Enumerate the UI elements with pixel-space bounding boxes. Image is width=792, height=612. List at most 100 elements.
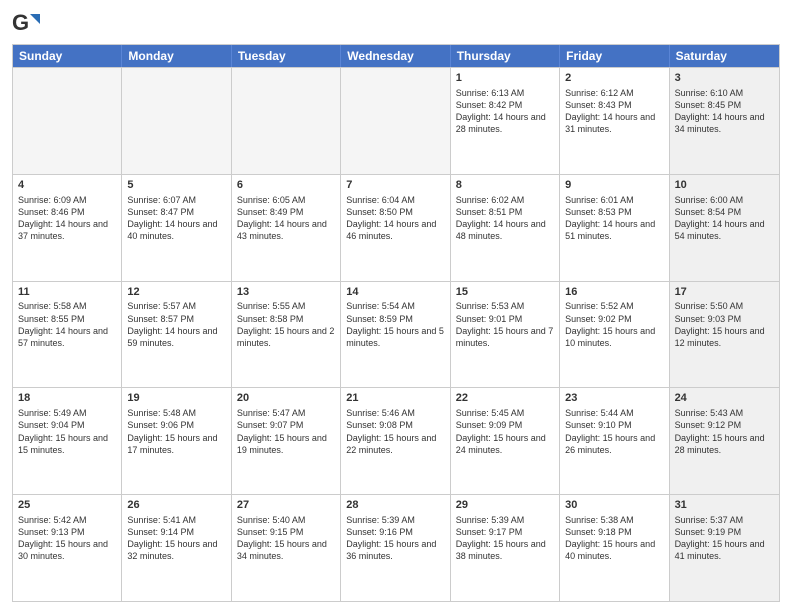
calendar-header-cell: Tuesday	[232, 45, 341, 67]
day-number: 7	[346, 178, 444, 193]
day-number: 26	[127, 498, 225, 513]
day-number: 13	[237, 285, 335, 300]
day-info: Sunrise: 5:39 AM	[456, 514, 554, 526]
day-info: Sunset: 8:47 PM	[127, 206, 225, 218]
cal-cell: 24Sunrise: 5:43 AMSunset: 9:12 PMDayligh…	[670, 388, 779, 494]
cal-cell: 13Sunrise: 5:55 AMSunset: 8:58 PMDayligh…	[232, 282, 341, 388]
cal-cell: 11Sunrise: 5:58 AMSunset: 8:55 PMDayligh…	[13, 282, 122, 388]
day-info: Daylight: 15 hours and 30 minutes.	[18, 538, 116, 562]
day-info: Daylight: 15 hours and 40 minutes.	[565, 538, 663, 562]
calendar-week: 4Sunrise: 6:09 AMSunset: 8:46 PMDaylight…	[13, 174, 779, 281]
day-info: Sunrise: 6:01 AM	[565, 194, 663, 206]
day-info: Sunrise: 5:46 AM	[346, 407, 444, 419]
day-info: Daylight: 14 hours and 57 minutes.	[18, 325, 116, 349]
cal-cell: 7Sunrise: 6:04 AMSunset: 8:50 PMDaylight…	[341, 175, 450, 281]
day-number: 12	[127, 285, 225, 300]
calendar-week: 18Sunrise: 5:49 AMSunset: 9:04 PMDayligh…	[13, 387, 779, 494]
cal-cell: 26Sunrise: 5:41 AMSunset: 9:14 PMDayligh…	[122, 495, 231, 601]
cal-cell: 21Sunrise: 5:46 AMSunset: 9:08 PMDayligh…	[341, 388, 450, 494]
day-info: Sunset: 8:49 PM	[237, 206, 335, 218]
day-info: Sunrise: 5:48 AM	[127, 407, 225, 419]
day-info: Sunset: 9:09 PM	[456, 419, 554, 431]
day-info: Daylight: 15 hours and 2 minutes.	[237, 325, 335, 349]
day-info: Sunrise: 6:13 AM	[456, 87, 554, 99]
day-info: Sunset: 9:19 PM	[675, 526, 774, 538]
day-info: Sunrise: 5:53 AM	[456, 300, 554, 312]
day-info: Sunset: 8:58 PM	[237, 313, 335, 325]
day-info: Sunrise: 5:45 AM	[456, 407, 554, 419]
day-info: Sunset: 9:04 PM	[18, 419, 116, 431]
day-number: 20	[237, 391, 335, 406]
day-number: 30	[565, 498, 663, 513]
day-info: Sunrise: 6:00 AM	[675, 194, 774, 206]
day-info: Sunrise: 6:04 AM	[346, 194, 444, 206]
day-number: 24	[675, 391, 774, 406]
day-info: Daylight: 15 hours and 24 minutes.	[456, 432, 554, 456]
cal-cell: 25Sunrise: 5:42 AMSunset: 9:13 PMDayligh…	[13, 495, 122, 601]
day-info: Daylight: 15 hours and 26 minutes.	[565, 432, 663, 456]
cal-cell: 12Sunrise: 5:57 AMSunset: 8:57 PMDayligh…	[122, 282, 231, 388]
logo-icon: G	[12, 10, 40, 38]
day-info: Sunset: 9:07 PM	[237, 419, 335, 431]
day-info: Sunset: 8:59 PM	[346, 313, 444, 325]
cal-cell	[13, 68, 122, 174]
day-info: Sunrise: 5:41 AM	[127, 514, 225, 526]
day-info: Sunrise: 6:09 AM	[18, 194, 116, 206]
day-info: Sunset: 9:17 PM	[456, 526, 554, 538]
day-info: Sunrise: 5:42 AM	[18, 514, 116, 526]
day-number: 1	[456, 71, 554, 86]
day-info: Sunset: 9:08 PM	[346, 419, 444, 431]
cal-cell: 18Sunrise: 5:49 AMSunset: 9:04 PMDayligh…	[13, 388, 122, 494]
day-info: Daylight: 15 hours and 17 minutes.	[127, 432, 225, 456]
day-number: 5	[127, 178, 225, 193]
day-number: 27	[237, 498, 335, 513]
page: G SundayMondayTuesdayWednesdayThursdayFr…	[0, 0, 792, 612]
day-number: 29	[456, 498, 554, 513]
day-info: Sunset: 8:46 PM	[18, 206, 116, 218]
cal-cell: 27Sunrise: 5:40 AMSunset: 9:15 PMDayligh…	[232, 495, 341, 601]
day-info: Daylight: 15 hours and 32 minutes.	[127, 538, 225, 562]
cal-cell: 10Sunrise: 6:00 AMSunset: 8:54 PMDayligh…	[670, 175, 779, 281]
day-number: 28	[346, 498, 444, 513]
day-number: 25	[18, 498, 116, 513]
calendar-header-cell: Thursday	[451, 45, 560, 67]
day-info: Daylight: 15 hours and 34 minutes.	[237, 538, 335, 562]
header: G	[12, 10, 780, 38]
day-info: Sunset: 8:42 PM	[456, 99, 554, 111]
day-info: Sunrise: 5:37 AM	[675, 514, 774, 526]
day-info: Sunset: 9:02 PM	[565, 313, 663, 325]
day-info: Daylight: 14 hours and 54 minutes.	[675, 218, 774, 242]
cal-cell: 16Sunrise: 5:52 AMSunset: 9:02 PMDayligh…	[560, 282, 669, 388]
cal-cell: 17Sunrise: 5:50 AMSunset: 9:03 PMDayligh…	[670, 282, 779, 388]
calendar-body: 1Sunrise: 6:13 AMSunset: 8:42 PM Daylight…	[13, 67, 779, 601]
cal-cell: 20Sunrise: 5:47 AMSunset: 9:07 PMDayligh…	[232, 388, 341, 494]
day-info: Sunrise: 5:47 AM	[237, 407, 335, 419]
day-info: Sunset: 9:18 PM	[565, 526, 663, 538]
calendar-header-cell: Saturday	[670, 45, 779, 67]
day-info: Daylight: 14 hours and 31 minutes.	[565, 111, 663, 135]
cal-cell: 23Sunrise: 5:44 AMSunset: 9:10 PMDayligh…	[560, 388, 669, 494]
day-info: Sunset: 9:03 PM	[675, 313, 774, 325]
calendar-header-cell: Friday	[560, 45, 669, 67]
day-info: Sunset: 8:54 PM	[675, 206, 774, 218]
day-info: Sunrise: 5:40 AM	[237, 514, 335, 526]
day-info: Sunset: 9:01 PM	[456, 313, 554, 325]
day-info: Daylight: 15 hours and 10 minutes.	[565, 325, 663, 349]
cal-cell: 1Sunrise: 6:13 AMSunset: 8:42 PMDaylight…	[451, 68, 560, 174]
day-info: Daylight: 14 hours and 59 minutes.	[127, 325, 225, 349]
day-info: Daylight: 15 hours and 38 minutes.	[456, 538, 554, 562]
day-info: Sunrise: 5:43 AM	[675, 407, 774, 419]
day-info: Sunrise: 6:12 AM	[565, 87, 663, 99]
day-number: 23	[565, 391, 663, 406]
day-info: Sunset: 8:43 PM	[565, 99, 663, 111]
day-info: Daylight: 15 hours and 28 minutes.	[675, 432, 774, 456]
cal-cell: 8Sunrise: 6:02 AMSunset: 8:51 PMDaylight…	[451, 175, 560, 281]
day-number: 22	[456, 391, 554, 406]
day-info: Sunrise: 6:02 AM	[456, 194, 554, 206]
day-info: Daylight: 15 hours and 15 minutes.	[18, 432, 116, 456]
cal-cell: 29Sunrise: 5:39 AMSunset: 9:17 PMDayligh…	[451, 495, 560, 601]
day-info: Daylight: 14 hours and 34 minutes.	[675, 111, 774, 135]
cal-cell: 14Sunrise: 5:54 AMSunset: 8:59 PMDayligh…	[341, 282, 450, 388]
day-info: Sunset: 8:50 PM	[346, 206, 444, 218]
cal-cell: 15Sunrise: 5:53 AMSunset: 9:01 PMDayligh…	[451, 282, 560, 388]
